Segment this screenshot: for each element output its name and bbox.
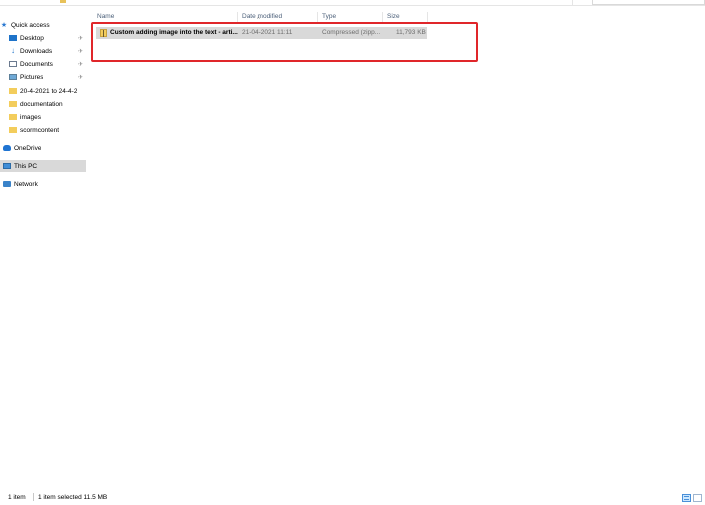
pin-icon[interactable]: ✈: [78, 61, 83, 68]
folder-icon: [9, 127, 17, 133]
status-bar: 1 item 1 item selected 11.5 MB: [0, 490, 705, 505]
column-divider[interactable]: [427, 12, 428, 22]
folder-icon: [9, 114, 17, 120]
column-divider[interactable]: [317, 12, 318, 22]
nav-item-label: 20-4-2021 to 24-4-2: [20, 87, 78, 95]
nav-item-pictures[interactable]: Pictures ✈: [0, 71, 86, 83]
folder-icon: [60, 0, 66, 3]
nav-item-label: Documents: [20, 60, 53, 68]
folder-icon: [9, 88, 17, 94]
onedrive-icon: [3, 145, 11, 151]
search-box[interactable]: [592, 0, 705, 5]
status-selection: 1 item selected 11.5 MB: [38, 494, 108, 501]
address-bar-strip: [0, 0, 705, 6]
nav-item-label: Pictures: [20, 73, 44, 81]
nav-item-this-pc[interactable]: This PC: [0, 160, 86, 172]
pin-icon[interactable]: ✈: [78, 48, 83, 55]
nav-item-network[interactable]: Network: [0, 178, 86, 190]
large-icons-view-button[interactable]: [693, 494, 702, 502]
pin-icon[interactable]: ✈: [78, 35, 83, 42]
details-view-icon: [684, 496, 689, 500]
nav-item-label: Desktop: [20, 34, 44, 42]
column-divider[interactable]: [237, 12, 238, 22]
nav-item-label: scormcontent: [20, 126, 60, 134]
documents-icon: [9, 61, 17, 67]
details-view-button[interactable]: [682, 494, 691, 502]
status-divider: [33, 493, 34, 501]
nav-item-label: This PC: [14, 162, 38, 170]
nav-item-label: Network: [14, 180, 38, 188]
column-divider[interactable]: [382, 12, 383, 22]
nav-item-label: images: [20, 113, 41, 121]
pin-icon[interactable]: ✈: [78, 74, 83, 81]
network-icon: [3, 181, 11, 187]
nav-item-documentation[interactable]: documentation: [0, 98, 86, 110]
computer-icon: [3, 163, 11, 169]
nav-item-onedrive[interactable]: OneDrive: [0, 142, 86, 154]
navigation-pane: ★ Quick access Desktop ✈ ↓ Downloads ✈ D…: [0, 7, 88, 485]
nav-item-desktop[interactable]: Desktop ✈: [0, 32, 86, 44]
nav-item-documents[interactable]: Documents ✈: [0, 58, 86, 70]
downloads-icon: ↓: [11, 46, 15, 55]
nav-item-scormcontent[interactable]: scormcontent: [0, 124, 86, 136]
nav-item-quick-access[interactable]: ★ Quick access: [0, 19, 86, 31]
highlight-box: [91, 22, 478, 62]
desktop-icon: [9, 35, 17, 41]
status-item-count: 1 item: [8, 494, 26, 501]
star-icon: ★: [0, 22, 8, 29]
nav-item-downloads[interactable]: ↓ Downloads ✈: [0, 45, 86, 57]
nav-item-folder-20-4-2021[interactable]: 20-4-2021 to 24-4-2: [0, 85, 86, 97]
nav-item-label: documentation: [20, 100, 63, 108]
pictures-icon: [9, 74, 17, 80]
nav-item-label: OneDrive: [14, 144, 42, 152]
refresh-button[interactable]: [572, 0, 584, 5]
nav-item-label: Quick access: [11, 21, 50, 29]
nav-item-label: Downloads: [20, 47, 53, 55]
folder-icon: [9, 101, 17, 107]
address-bar[interactable]: [58, 0, 568, 5]
nav-item-images[interactable]: images: [0, 111, 86, 123]
